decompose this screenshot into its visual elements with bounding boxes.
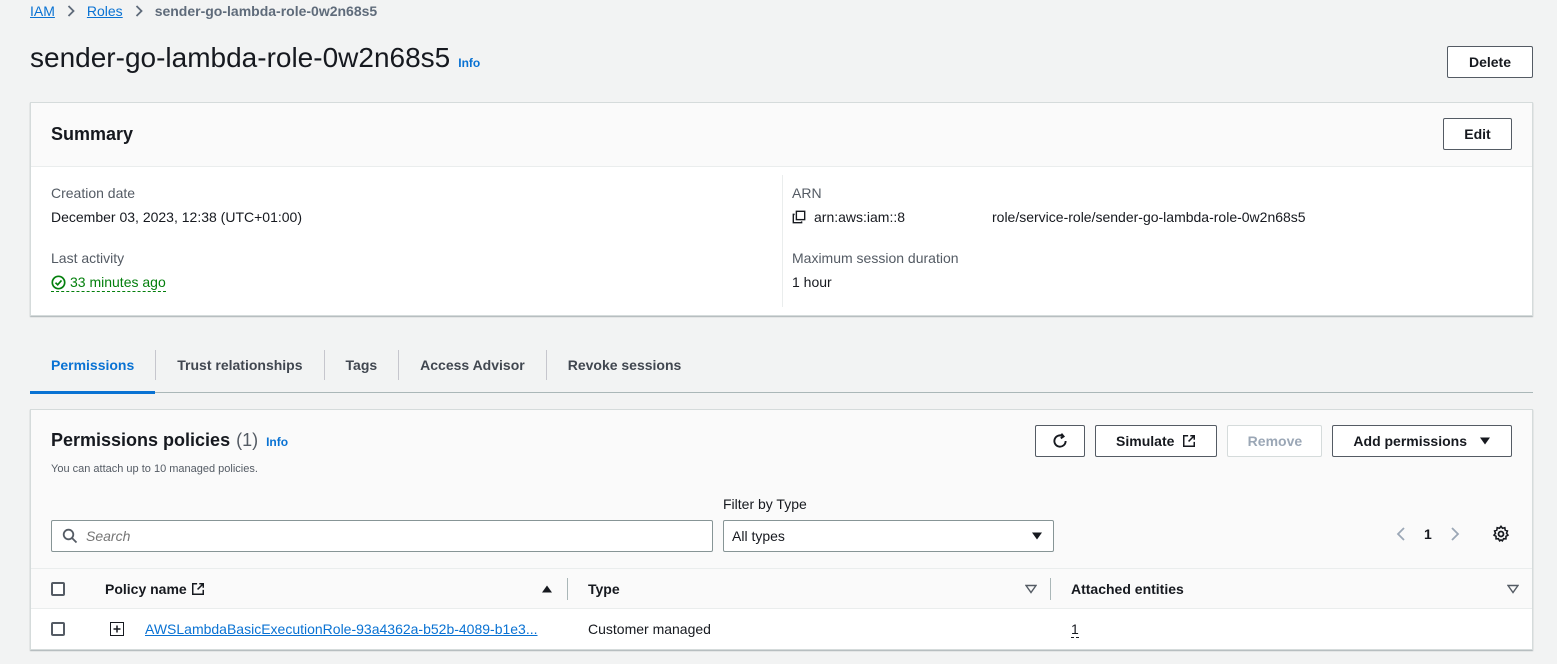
permissions-title: Permissions policies (1) Info — [51, 430, 288, 451]
arn-prefix: arn:aws:iam::8 — [814, 209, 906, 225]
permissions-policies-panel: Permissions policies (1) Info You can at… — [30, 409, 1533, 650]
chevron-right-icon — [67, 5, 75, 17]
tab-tags[interactable]: Tags — [325, 337, 399, 393]
row-checkbox[interactable] — [51, 622, 65, 636]
last-activity-label: Last activity — [51, 250, 125, 266]
search-icon — [62, 528, 78, 544]
summary-title: Summary — [51, 124, 134, 144]
title-info-link[interactable]: Info — [458, 56, 480, 70]
policy-table-header: Policy name Type Attached entities — [31, 568, 1532, 609]
row-select-cell — [51, 609, 65, 649]
permissions-actions: Simulate Remove Add permissions — [1035, 425, 1512, 457]
attached-entities-count[interactable]: 1 — [1071, 621, 1079, 638]
last-activity-text: 33 minutes ago — [70, 274, 166, 290]
tab-revoke-sessions[interactable]: Revoke sessions — [547, 337, 703, 393]
add-permissions-button[interactable]: Add permissions — [1332, 425, 1512, 457]
caret-down-icon — [1031, 531, 1043, 541]
copy-icon[interactable] — [792, 210, 806, 224]
attached-entities-cell: 1 — [1071, 609, 1079, 649]
chevron-right-icon[interactable] — [1450, 526, 1460, 542]
external-link-icon — [191, 582, 205, 596]
add-permissions-label: Add permissions — [1353, 433, 1467, 449]
breadcrumb: IAM Roles sender-go-lambda-role-0w2n68s5 — [30, 3, 377, 19]
header-policy-name[interactable]: Policy name — [105, 569, 205, 608]
permissions-info-link[interactable]: Info — [266, 435, 288, 449]
header-policy-name-label: Policy name — [105, 580, 187, 597]
search-field[interactable] — [51, 520, 713, 552]
arn-value: arn:aws:iam::8 role/service-role/sender-… — [792, 209, 1306, 225]
arn-suffix: role/service-role/sender-go-lambda-role-… — [992, 209, 1306, 225]
header-type[interactable]: Type — [588, 569, 620, 608]
check-circle-icon — [51, 274, 66, 290]
role-tabs: Permissions Trust relationships Tags Acc… — [30, 337, 1533, 394]
page-number[interactable]: 1 — [1424, 526, 1432, 542]
creation-date-value: December 03, 2023, 12:38 (UTC+01:00) — [51, 209, 302, 225]
sort-icon[interactable] — [1025, 569, 1037, 608]
simulate-label: Simulate — [1116, 433, 1175, 449]
table-row: AWSLambdaBasicExecutionRole-93a4362a-b52… — [31, 609, 1532, 649]
last-activity-value[interactable]: 33 minutes ago — [51, 274, 302, 293]
tab-access-advisor[interactable]: Access Advisor — [399, 337, 546, 393]
filter-type-value: All types — [732, 528, 785, 544]
summary-left-column: Creation date December 03, 2023, 12:38 (… — [51, 185, 302, 293]
chevron-left-icon[interactable] — [1396, 526, 1406, 542]
summary-header: Summary Edit — [31, 103, 1532, 167]
permissions-title-text: Permissions policies — [51, 430, 231, 450]
row-expand-cell — [110, 609, 124, 649]
caret-down-icon — [1479, 436, 1491, 446]
tab-permissions[interactable]: Permissions — [30, 337, 156, 394]
column-separator — [567, 578, 568, 600]
breadcrumb-current: sender-go-lambda-role-0w2n68s5 — [154, 3, 378, 19]
select-all-cell — [51, 569, 65, 608]
tab-trust-relationships[interactable]: Trust relationships — [156, 337, 323, 393]
breadcrumb-iam-link[interactable]: IAM — [30, 3, 55, 19]
expand-plus-icon[interactable] — [110, 622, 124, 636]
last-activity-status[interactable]: 33 minutes ago — [51, 274, 166, 292]
sort-ascending-icon[interactable] — [541, 569, 553, 608]
external-link-icon — [1182, 434, 1196, 448]
max-session-value: 1 hour — [792, 274, 832, 290]
page-title: sender-go-lambda-role-0w2n68s5 Info — [30, 42, 480, 74]
chevron-right-icon — [135, 5, 143, 17]
edit-button[interactable]: Edit — [1443, 118, 1512, 150]
select-all-checkbox[interactable] — [51, 581, 65, 596]
delete-button[interactable]: Delete — [1447, 46, 1533, 78]
header-attached-entities[interactable]: Attached entities — [1071, 569, 1184, 608]
column-separator — [1050, 578, 1051, 600]
arn-label: ARN — [792, 185, 822, 201]
remove-button[interactable]: Remove — [1227, 425, 1323, 457]
permissions-count: (1) — [236, 430, 259, 450]
page-title-text: sender-go-lambda-role-0w2n68s5 — [30, 42, 451, 73]
filter-type-select[interactable]: All types — [723, 520, 1054, 552]
summary-divider — [782, 175, 783, 307]
summary-panel: Summary Edit Creation date December 03, … — [30, 102, 1533, 316]
policy-name-link[interactable]: AWSLambdaBasicExecutionRole-93a4362a-b52… — [145, 621, 538, 637]
breadcrumb-roles-link[interactable]: Roles — [87, 3, 123, 19]
summary-body: Creation date December 03, 2023, 12:38 (… — [31, 167, 1532, 315]
policy-name-cell: AWSLambdaBasicExecutionRole-93a4362a-b52… — [145, 609, 538, 649]
filter-by-type-label: Filter by Type — [723, 496, 807, 512]
policy-type-cell: Customer managed — [588, 621, 711, 637]
sort-icon[interactable] — [1507, 569, 1519, 608]
search-input[interactable] — [86, 528, 712, 544]
refresh-icon — [1051, 432, 1069, 450]
gear-icon[interactable] — [1492, 525, 1510, 543]
permissions-header: Permissions policies (1) Info You can at… — [31, 410, 1532, 568]
pagination: 1 — [1396, 525, 1510, 543]
simulate-button[interactable]: Simulate — [1095, 425, 1218, 457]
max-session-label: Maximum session duration — [792, 250, 959, 266]
summary-right-column: ARN arn:aws:iam::8 role/service-role/sen… — [792, 185, 1306, 290]
creation-date-label: Creation date — [51, 185, 136, 201]
permissions-subtitle: You can attach up to 10 managed policies… — [51, 463, 258, 475]
refresh-button[interactable] — [1035, 425, 1086, 457]
